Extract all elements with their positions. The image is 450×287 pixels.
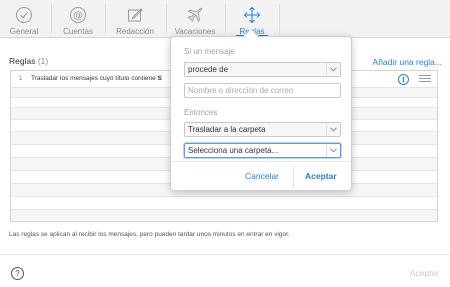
cancel-button[interactable]: Cancelar xyxy=(245,171,279,181)
check-circle-icon xyxy=(14,5,34,25)
tab-label: Redacción xyxy=(116,27,154,36)
email-placeholder: Nombre o dirección de correo xyxy=(188,86,294,95)
rule-text-bold: S xyxy=(157,75,162,82)
empty-row xyxy=(11,197,437,210)
help-icon[interactable]: ? xyxy=(11,267,24,280)
new-rule-popover: Si un mensaje procede de Nombre o direcc… xyxy=(170,36,352,191)
condition-select[interactable]: procede de xyxy=(184,62,341,77)
svg-text:@: @ xyxy=(73,11,83,22)
action-label: Entonces xyxy=(184,108,218,117)
empty-row xyxy=(11,210,437,221)
rules-arrows-icon xyxy=(242,5,262,25)
action-select[interactable]: Trasladar a la carpeta xyxy=(184,122,341,137)
accept-button[interactable]: Aceptar xyxy=(305,171,337,181)
tab-divider xyxy=(51,4,52,34)
tab-divider xyxy=(225,4,226,34)
divider xyxy=(0,254,450,255)
action-value: Trasladar a la carpeta xyxy=(188,125,266,134)
tab-vacaciones[interactable]: Vacaciones xyxy=(171,0,219,38)
tab-redaccion[interactable]: Redacción xyxy=(110,0,160,38)
add-rule-link[interactable]: Añadir una regla... xyxy=(373,57,442,67)
tab-divider xyxy=(279,4,280,34)
rules-footnote: Las reglas se aplican al recibir los men… xyxy=(9,231,290,238)
tab-cuentas[interactable]: @ Cuentas xyxy=(56,0,100,38)
accept-button-disabled[interactable]: Aceptar xyxy=(410,268,439,278)
condition-value: procede de xyxy=(188,65,229,74)
tab-general[interactable]: General xyxy=(2,0,46,38)
rules-count: (1) xyxy=(37,56,49,66)
button-divider xyxy=(293,166,294,188)
at-sign-icon: @ xyxy=(68,5,88,25)
rule-number: 1 xyxy=(19,76,23,82)
tab-label: Vacaciones xyxy=(174,27,216,36)
tab-divider xyxy=(105,4,106,34)
toolbar: General @ Cuentas Redacción Vacaciones R… xyxy=(0,0,450,38)
tab-label: Cuentas xyxy=(63,27,93,36)
rule-text: Trasladar los mensajes cuyo título conti… xyxy=(31,75,156,82)
condition-label: Si un mensaje xyxy=(184,47,235,56)
tab-divider xyxy=(166,4,167,34)
chevron-down-icon xyxy=(326,123,340,136)
folder-value: Selecciona una carpeta... xyxy=(188,146,279,155)
tab-label: General xyxy=(9,27,39,36)
folder-select[interactable]: Selecciona una carpeta... xyxy=(184,143,341,158)
info-icon[interactable]: i xyxy=(398,74,409,85)
popover-divider xyxy=(171,161,351,162)
airplane-icon xyxy=(185,5,205,25)
email-input[interactable]: Nombre o dirección de correo xyxy=(184,83,341,98)
rule-description: Trasladar los mensajes cuyo título conti… xyxy=(31,75,162,82)
compose-icon xyxy=(125,5,145,25)
drag-handle-icon[interactable] xyxy=(419,75,431,84)
chevron-down-icon xyxy=(326,63,340,76)
rules-heading: Reglas (1) xyxy=(9,56,48,66)
chevron-down-icon xyxy=(326,144,340,157)
rules-title: Reglas xyxy=(9,56,36,66)
